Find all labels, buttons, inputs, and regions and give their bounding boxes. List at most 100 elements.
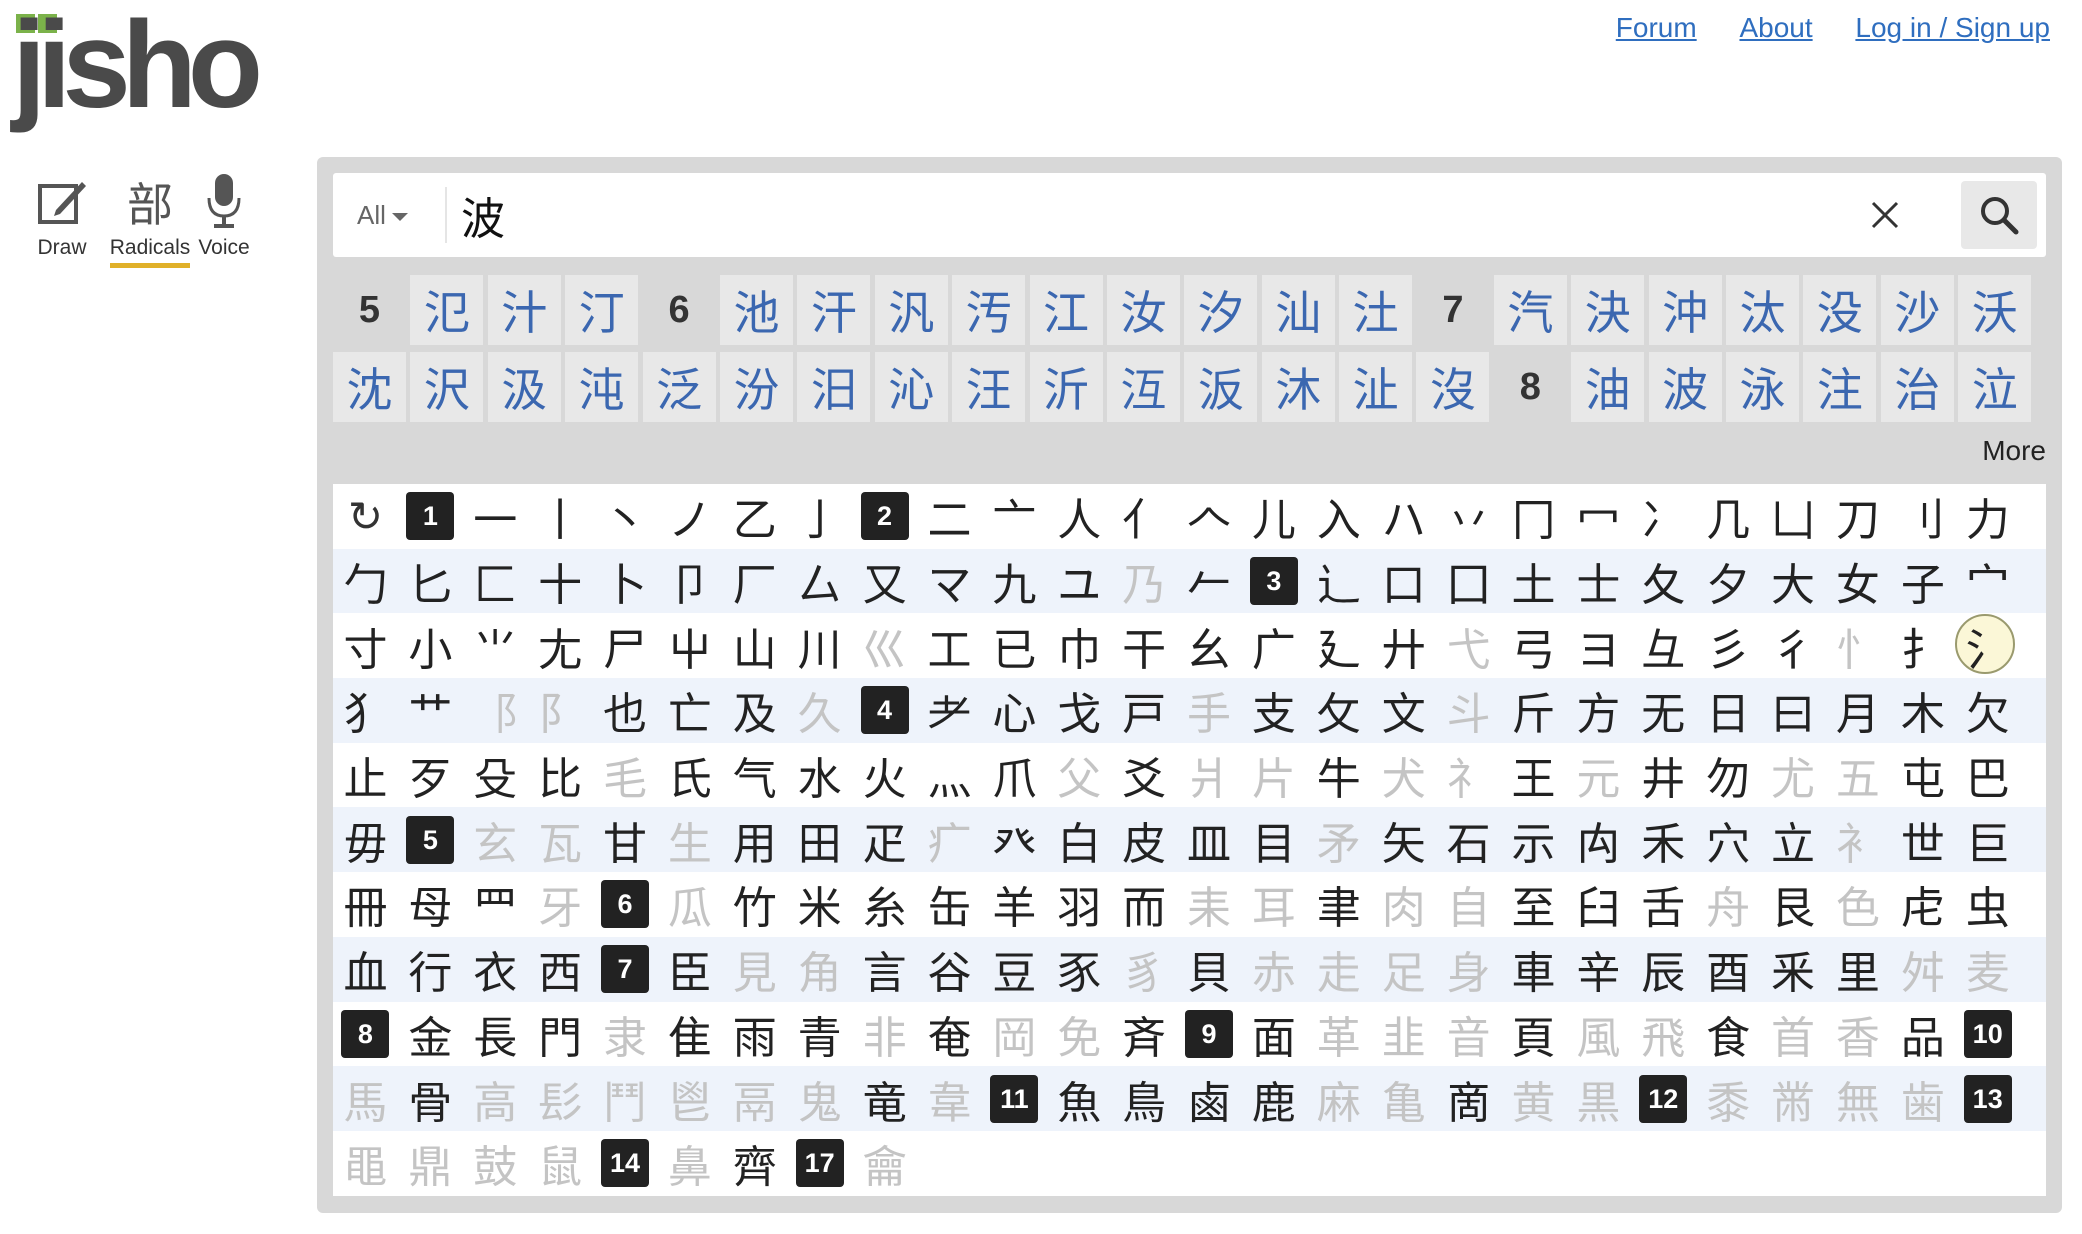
kanji-result[interactable]: 沍: [1106, 352, 1180, 422]
radical-button[interactable]: 頁: [1501, 1002, 1566, 1066]
radical-button[interactable]: 臼: [1566, 872, 1631, 936]
radical-button[interactable]: 二: [917, 484, 982, 548]
radical-button[interactable]: 亅: [787, 484, 852, 548]
radical-button[interactable]: 大: [1761, 549, 1826, 613]
radical-button[interactable]: 品: [1890, 1002, 1955, 1066]
radical-button[interactable]: 水: [787, 743, 852, 807]
radical-button[interactable]: 卜: [593, 549, 658, 613]
radical-button[interactable]: 心: [982, 678, 1047, 742]
radical-button[interactable]: 曰: [1761, 678, 1826, 742]
reset-radicals-icon[interactable]: ↻: [333, 484, 398, 548]
radical-button[interactable]: 夕: [1696, 549, 1761, 613]
radical-button[interactable]: 巴: [1955, 743, 2020, 807]
radical-button[interactable]: 干: [1112, 614, 1177, 678]
radical-button[interactable]: 鳥: [1112, 1067, 1177, 1131]
radical-button[interactable]: 谷: [917, 937, 982, 1001]
kanji-result[interactable]: 沈: [333, 352, 406, 422]
search-button[interactable]: [1961, 181, 2037, 249]
radical-button[interactable]: 示: [1501, 808, 1566, 872]
radical-button[interactable]: 長: [463, 1002, 528, 1066]
jisho-logo[interactable]: jisho: [12, 4, 282, 145]
radical-button[interactable]: 丷: [1436, 484, 1501, 548]
radical-button[interactable]: 扌: [1890, 614, 1955, 678]
radical-button[interactable]: 已: [982, 614, 1047, 678]
radical-button[interactable]: 戸: [1112, 678, 1177, 742]
radical-button[interactable]: 女: [1825, 549, 1890, 613]
kanji-result[interactable]: 汁: [487, 275, 561, 345]
radical-button[interactable]: 亡: [657, 678, 722, 742]
kanji-result[interactable]: 汪: [952, 352, 1026, 422]
radical-button[interactable]: 匕: [398, 549, 463, 613]
radical-button[interactable]: 金: [398, 1002, 463, 1066]
radical-button[interactable]: 勿: [1696, 743, 1761, 807]
radical-button[interactable]: 歹: [398, 743, 463, 807]
search-input[interactable]: [457, 183, 1705, 247]
radical-button[interactable]: 羽: [1047, 872, 1112, 936]
radical-button[interactable]: 隹: [657, 1002, 722, 1066]
radical-button[interactable]: 尢: [528, 614, 593, 678]
radical-button[interactable]: 戈: [1047, 678, 1112, 742]
radical-button[interactable]: 巨: [1955, 808, 2020, 872]
radical-button[interactable]: 止: [333, 743, 398, 807]
radical-button[interactable]: 白: [1047, 808, 1112, 872]
radical-button[interactable]: 骨: [398, 1067, 463, 1131]
kanji-result[interactable]: 汕: [1261, 275, 1335, 345]
radical-button[interactable]: 火: [852, 743, 917, 807]
more-results-link[interactable]: More: [1982, 435, 2046, 467]
radical-button[interactable]: 皿: [1177, 808, 1242, 872]
kanji-result[interactable]: 泳: [1726, 352, 1800, 422]
radical-button[interactable]: 木: [1890, 678, 1955, 742]
radical-button[interactable]: 目: [1241, 808, 1306, 872]
kanji-result[interactable]: 汝: [1106, 275, 1180, 345]
radical-button[interactable]: ユ: [1047, 549, 1112, 613]
radical-button[interactable]: 几: [1696, 484, 1761, 548]
radical-button[interactable]: 鹵: [1177, 1067, 1242, 1131]
radical-button[interactable]: 文: [1371, 678, 1436, 742]
radical-button[interactable]: 匚: [463, 549, 528, 613]
radical-button[interactable]: マ: [917, 549, 982, 613]
radical-button[interactable]: 雨: [722, 1002, 787, 1066]
radical-button[interactable]: 奄: [917, 1002, 982, 1066]
radical-button[interactable]: 食: [1696, 1002, 1761, 1066]
radical-button[interactable]: 糸: [852, 872, 917, 936]
kanji-result[interactable]: 汨: [797, 352, 871, 422]
radical-button[interactable]: ハ: [1371, 484, 1436, 548]
clear-icon[interactable]: [1865, 195, 1905, 235]
radical-button[interactable]: 乙: [722, 484, 787, 548]
radical-button[interactable]: 殳: [463, 743, 528, 807]
kanji-result[interactable]: 泣: [1958, 352, 2032, 422]
radical-button[interactable]: 廴: [1306, 614, 1371, 678]
radical-button[interactable]: 巾: [1047, 614, 1112, 678]
radical-button[interactable]: 禸: [1566, 808, 1631, 872]
radical-button[interactable]: 而: [1112, 872, 1177, 936]
radical-button[interactable]: 力: [1955, 484, 2020, 548]
radical-button[interactable]: 及: [722, 678, 787, 742]
kanji-result[interactable]: 沃: [1958, 275, 2032, 345]
kanji-result[interactable]: 汾: [719, 352, 793, 422]
kanji-result[interactable]: 没: [1803, 275, 1877, 345]
radical-button[interactable]: 宀: [1955, 549, 2020, 613]
kanji-result[interactable]: 決: [1571, 275, 1645, 345]
radical-button[interactable]: 鹿: [1241, 1067, 1306, 1131]
radical-button[interactable]: 犭: [333, 678, 398, 742]
radical-button[interactable]: 夂: [1631, 549, 1696, 613]
radical-button[interactable]: 面: [1241, 1002, 1306, 1066]
radical-button[interactable]: 人: [1047, 484, 1112, 548]
kanji-result[interactable]: 汐: [1184, 275, 1258, 345]
radical-button[interactable]: 幺: [1177, 614, 1242, 678]
radical-button[interactable]: 子: [1890, 549, 1955, 613]
radical-button[interactable]: 彡: [1696, 614, 1761, 678]
radical-button[interactable]: 入: [1306, 484, 1371, 548]
radical-button[interactable]: 疋: [852, 808, 917, 872]
radical-button[interactable]: 气: [722, 743, 787, 807]
radical-button[interactable]: 𠆢: [1177, 484, 1242, 548]
radical-button[interactable]: 缶: [917, 872, 982, 936]
kanji-result[interactable]: 波: [1648, 352, 1722, 422]
radical-button[interactable]: 勹: [333, 549, 398, 613]
kanji-result[interactable]: 沂: [1029, 352, 1103, 422]
kanji-result[interactable]: 沚: [1339, 352, 1413, 422]
radical-button[interactable]: 灬: [917, 743, 982, 807]
radical-button[interactable]: 爪: [982, 743, 1047, 807]
radical-button[interactable]: 竹: [722, 872, 787, 936]
radical-button[interactable]: 穴: [1696, 808, 1761, 872]
